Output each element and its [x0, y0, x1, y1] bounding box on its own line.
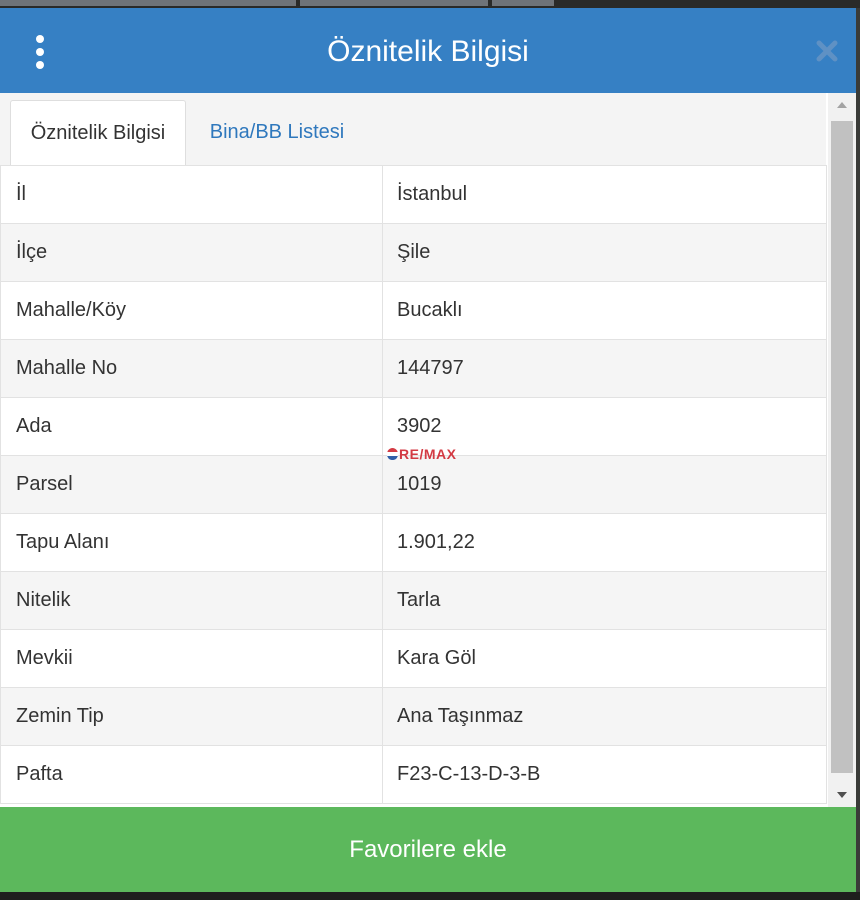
- attribute-label: Parsel: [0, 455, 383, 514]
- background-map-edge: [856, 8, 860, 892]
- attribute-label: Pafta: [0, 745, 383, 804]
- attribute-value: F23-C-13-D-3-B: [382, 745, 827, 804]
- scroll-down-arrow-icon[interactable]: [828, 783, 856, 807]
- attribute-table: İl İstanbul İlçe Şile Mahalle/Köy Bucakl…: [0, 165, 827, 804]
- background-toolbar-segment: [300, 0, 488, 6]
- attribute-info-dialog: Öznitelik Bilgisi Öznitelik Bilgisi Bina…: [0, 8, 856, 892]
- attribute-label: Nitelik: [0, 571, 383, 630]
- table-row: Zemin Tip Ana Taşınmaz: [0, 687, 827, 746]
- scroll-up-arrow-icon[interactable]: [828, 93, 856, 117]
- scrollbar-thumb[interactable]: [831, 121, 853, 773]
- attribute-value: 144797: [382, 339, 827, 398]
- remax-watermark: RE/MAX: [387, 446, 456, 466]
- dialog-title: Öznitelik Bilgisi: [327, 35, 529, 68]
- table-row: Mevkii Kara Göl: [0, 629, 827, 688]
- table-row: Pafta F23-C-13-D-3-B: [0, 745, 827, 804]
- background-map-strip: [0, 0, 860, 8]
- background-toolbar-segment: [0, 0, 296, 6]
- table-row: Mahalle No 144797: [0, 339, 827, 398]
- attribute-label: İl: [0, 165, 383, 224]
- table-row: Tapu Alanı 1.901,22: [0, 513, 827, 572]
- attribute-value: Şile: [382, 223, 827, 282]
- attribute-value: Ana Taşınmaz: [382, 687, 827, 746]
- close-icon[interactable]: [812, 36, 842, 66]
- table-row: İl İstanbul: [0, 165, 827, 224]
- table-row: Nitelik Tarla: [0, 571, 827, 630]
- table-row: Mahalle/Köy Bucaklı: [0, 281, 827, 340]
- attribute-label: Mevkii: [0, 629, 383, 688]
- attribute-label: Ada: [0, 397, 383, 456]
- attribute-value: Kara Göl: [382, 629, 827, 688]
- attribute-value: İstanbul: [382, 165, 827, 224]
- background-toolbar-segment: [492, 0, 554, 6]
- attribute-value: Tarla: [382, 571, 827, 630]
- dialog-header: Öznitelik Bilgisi: [0, 8, 856, 93]
- table-row: İlçe Şile: [0, 223, 827, 282]
- attribute-value: Bucaklı: [382, 281, 827, 340]
- attribute-value: 1.901,22: [382, 513, 827, 572]
- attribute-label: Mahalle No: [0, 339, 383, 398]
- add-to-favorites-button[interactable]: Favorilere ekle: [0, 807, 856, 892]
- balloon-icon: [387, 448, 398, 460]
- tab-attribute-info[interactable]: Öznitelik Bilgisi: [10, 100, 186, 165]
- watermark-text: RE/MAX: [399, 446, 457, 462]
- tab-bar: Öznitelik Bilgisi Bina/BB Listesi: [0, 93, 826, 165]
- tab-building-list[interactable]: Bina/BB Listesi: [192, 100, 362, 165]
- vertical-scrollbar[interactable]: [828, 93, 856, 807]
- attribute-label: İlçe: [0, 223, 383, 282]
- attribute-label: Zemin Tip: [0, 687, 383, 746]
- attribute-label: Tapu Alanı: [0, 513, 383, 572]
- attribute-label: Mahalle/Köy: [0, 281, 383, 340]
